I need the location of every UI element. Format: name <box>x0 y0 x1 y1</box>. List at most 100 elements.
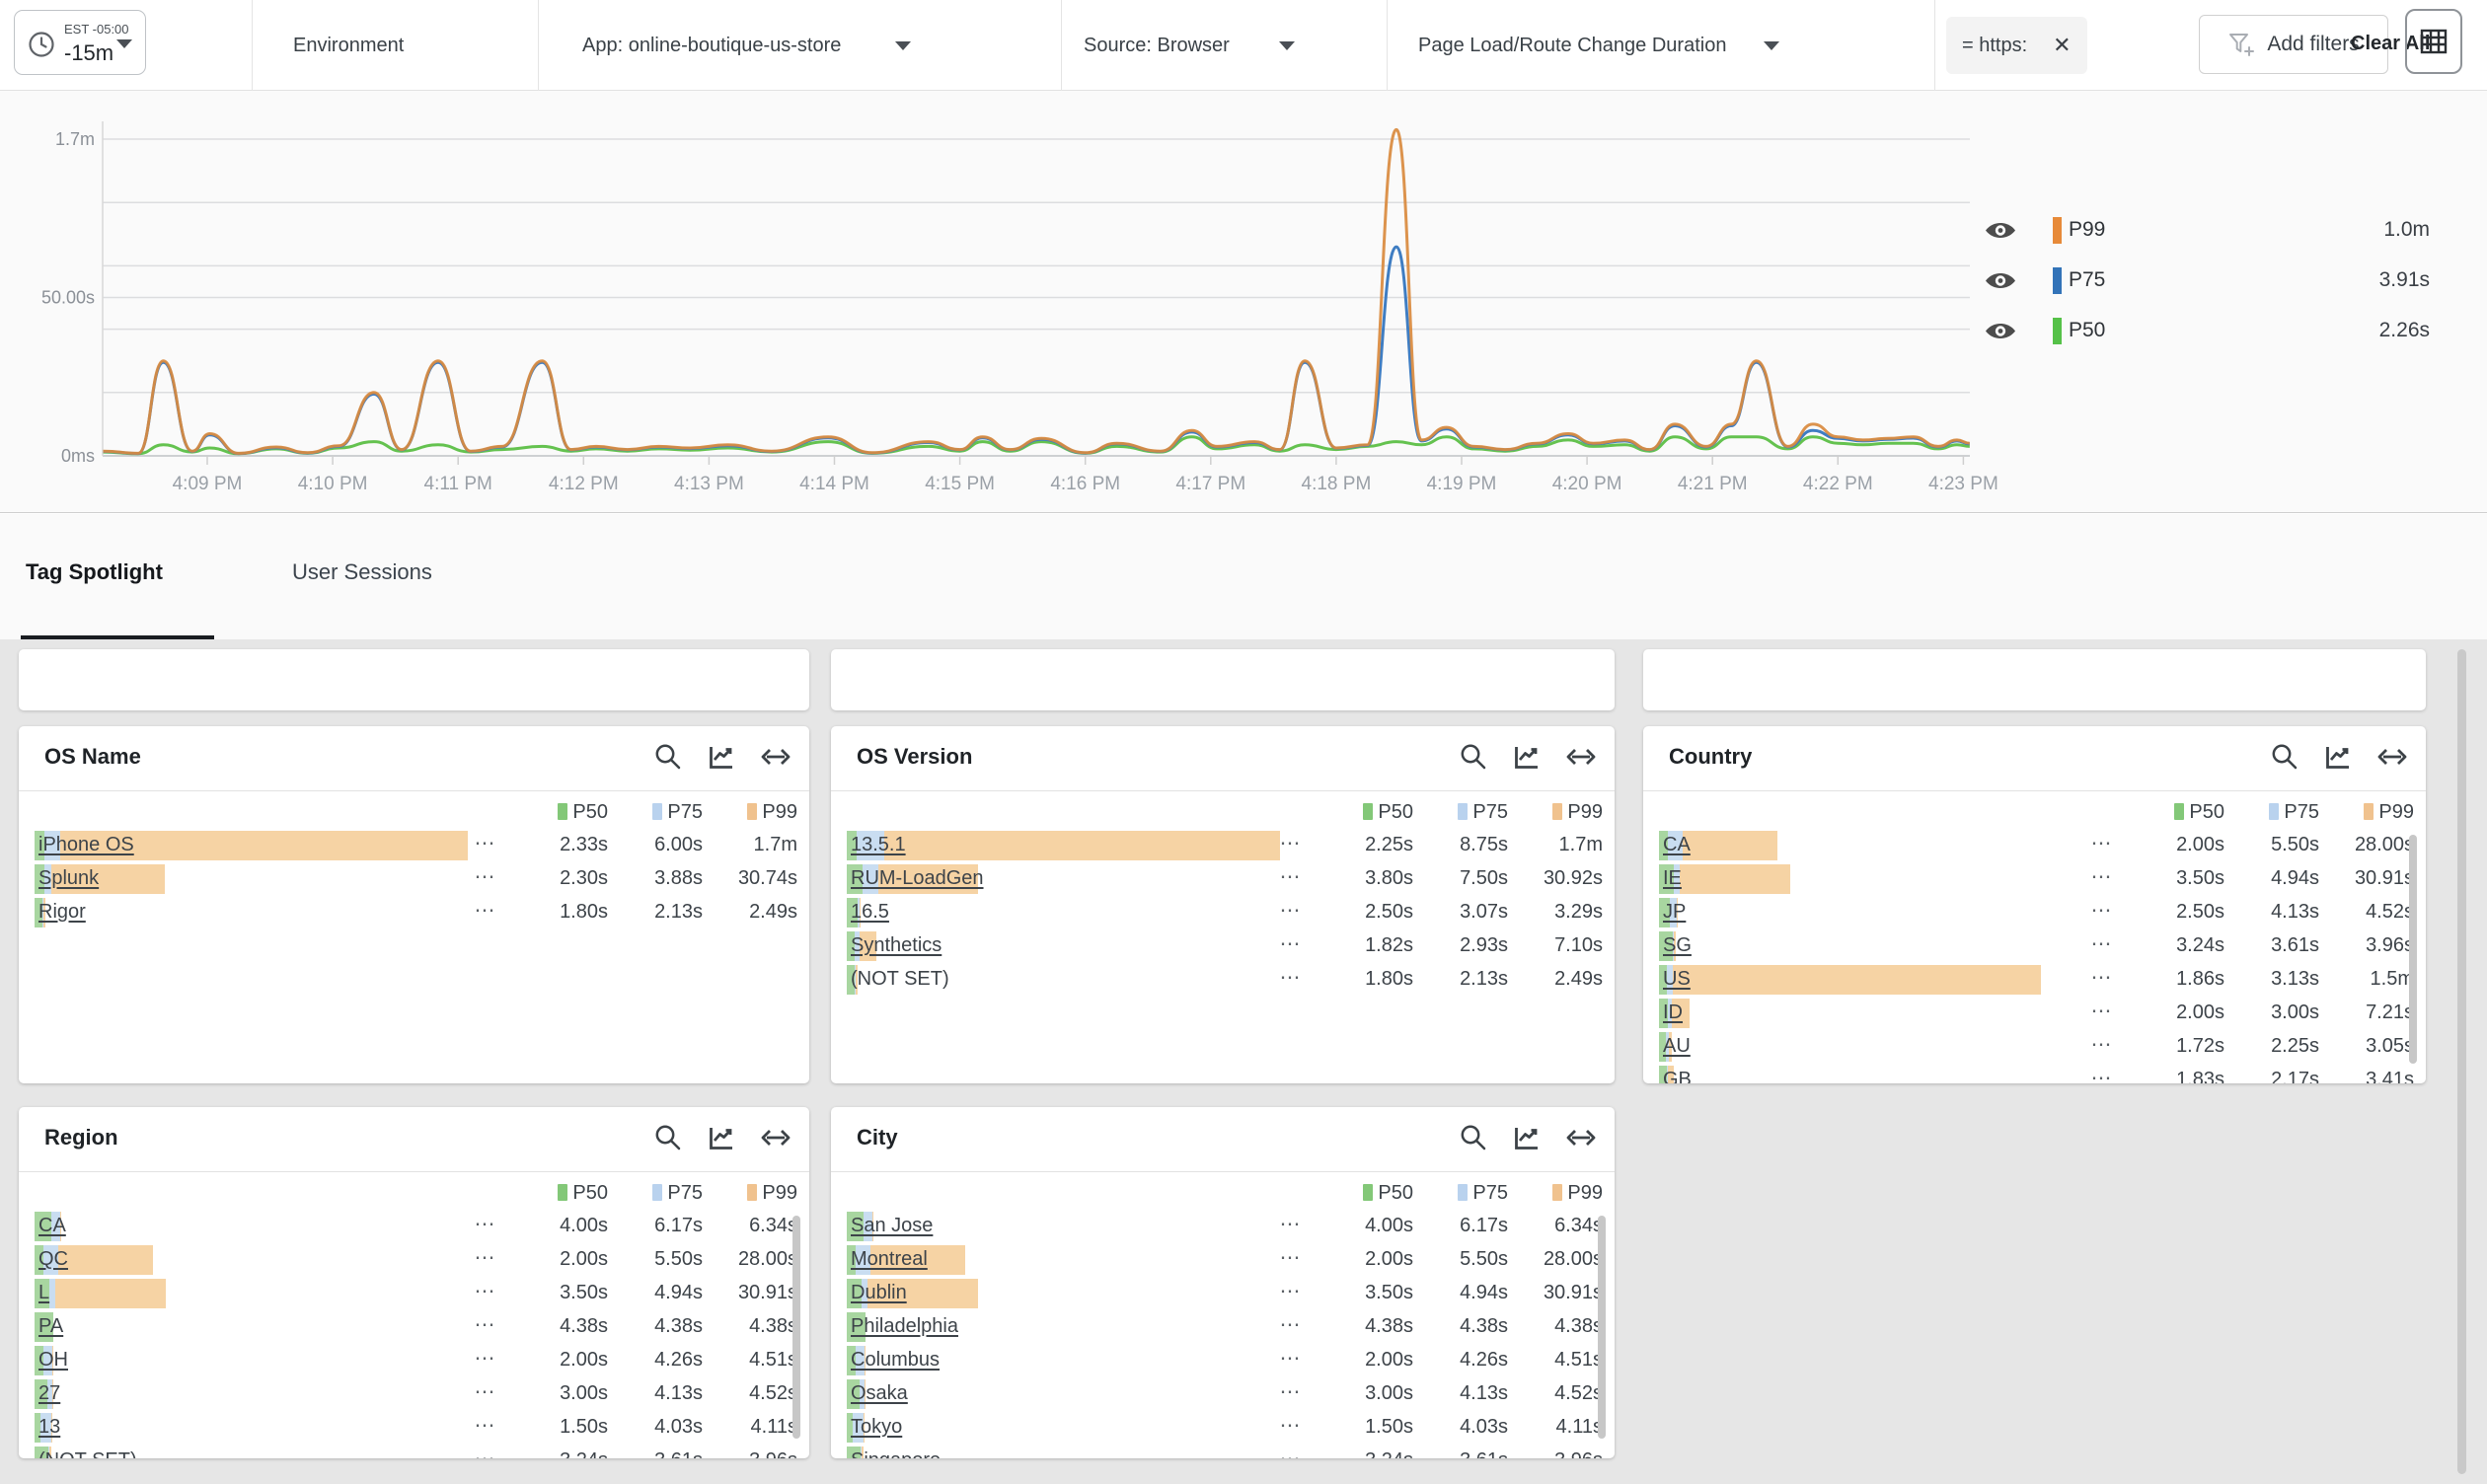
card-scrollbar[interactable] <box>2409 835 2417 1064</box>
row-actions-icon[interactable]: ⋯ <box>464 1447 507 1458</box>
tab-tag-spotlight[interactable]: Tag Spotlight <box>26 559 163 585</box>
tag-value-link[interactable]: San Jose <box>851 1215 933 1237</box>
row-actions-icon[interactable]: ⋯ <box>1269 864 1313 889</box>
tag-value-link[interactable]: Splunk <box>38 867 99 890</box>
tag-value-link[interactable]: SG <box>1663 934 1692 957</box>
expand-horizontal-icon[interactable] <box>760 1123 791 1152</box>
tag-value-link[interactable]: ID <box>1663 1002 1683 1024</box>
tag-value-link[interactable]: Columbus <box>851 1349 940 1372</box>
column-header-p75: P75 <box>608 1182 703 1205</box>
row-actions-icon[interactable]: ⋯ <box>464 1212 507 1236</box>
row-actions-icon[interactable]: ⋯ <box>1269 1312 1313 1337</box>
row-actions-icon[interactable]: ⋯ <box>464 1312 507 1337</box>
row-actions-icon[interactable]: ⋯ <box>464 1279 507 1303</box>
active-filter-chip[interactable]: = https: ✕ <box>1946 17 2087 74</box>
row-actions-icon[interactable]: ⋯ <box>1269 1379 1313 1404</box>
duration-timeseries-chart[interactable]: 0ms50.00s1.7m4:09 PM4:10 PM4:11 PM4:12 P… <box>0 91 2487 513</box>
row-actions-icon[interactable]: ⋯ <box>2080 965 2124 990</box>
tag-value-link[interactable]: CA <box>38 1215 66 1237</box>
tag-value-link[interactable]: Montreal <box>851 1248 928 1271</box>
legend-row-p75[interactable]: P753.91s <box>1974 263 2432 297</box>
row-actions-icon[interactable]: ⋯ <box>2080 1066 2124 1083</box>
row-actions-icon[interactable]: ⋯ <box>464 1245 507 1270</box>
row-actions-icon[interactable]: ⋯ <box>464 1346 507 1371</box>
tag-value-link[interactable]: Singapore <box>851 1449 941 1458</box>
row-actions-icon[interactable]: ⋯ <box>1269 1447 1313 1458</box>
tag-value-link[interactable]: PA <box>38 1315 63 1338</box>
row-actions-icon[interactable]: ⋯ <box>464 1379 507 1404</box>
tag-value-link[interactable]: JP <box>1663 901 1686 924</box>
table-view-button[interactable] <box>2405 9 2462 74</box>
row-actions-icon[interactable]: ⋯ <box>464 831 507 855</box>
card-scrollbar[interactable] <box>1598 1216 1606 1439</box>
row-actions-icon[interactable]: ⋯ <box>1269 931 1313 956</box>
tag-value-link[interactable]: Osaka <box>851 1382 908 1405</box>
chart-view-icon[interactable] <box>707 1123 736 1152</box>
search-icon[interactable] <box>1459 742 1488 772</box>
row-actions-icon[interactable]: ⋯ <box>1269 1346 1313 1371</box>
search-icon[interactable] <box>653 742 683 772</box>
remove-filter-icon[interactable]: ✕ <box>2053 33 2071 58</box>
tab-user-sessions[interactable]: User Sessions <box>292 559 432 585</box>
row-actions-icon[interactable]: ⋯ <box>464 1413 507 1438</box>
legend-row-p99[interactable]: P991.0m <box>1974 213 2432 247</box>
row-actions-icon[interactable]: ⋯ <box>1269 1212 1313 1236</box>
search-icon[interactable] <box>2270 742 2299 772</box>
tag-value-link[interactable]: Tokyo <box>851 1416 902 1439</box>
toggle-visibility-icon[interactable] <box>1984 219 2017 242</box>
chart-view-icon[interactable] <box>1512 1123 1542 1152</box>
time-range-picker[interactable]: EST -05:00 -15m <box>14 10 146 75</box>
tag-value-link[interactable]: 13 <box>38 1416 60 1439</box>
row-actions-icon[interactable]: ⋯ <box>2080 931 2124 956</box>
chart-view-icon[interactable] <box>1512 742 1542 772</box>
tag-value-link[interactable]: AU <box>1663 1035 1691 1058</box>
expand-horizontal-icon[interactable] <box>1565 742 1597 772</box>
toggle-visibility-icon[interactable] <box>1984 269 2017 292</box>
row-actions-icon[interactable]: ⋯ <box>1269 1413 1313 1438</box>
expand-horizontal-icon[interactable] <box>1565 1123 1597 1152</box>
expand-horizontal-icon[interactable] <box>2376 742 2408 772</box>
tag-value-link[interactable]: Philadelphia <box>851 1315 958 1338</box>
row-actions-icon[interactable]: ⋯ <box>464 864 507 889</box>
card-scrollbar[interactable] <box>792 1216 800 1439</box>
tag-value-link[interactable]: Synthetics <box>851 934 942 957</box>
row-actions-icon[interactable]: ⋯ <box>1269 965 1313 990</box>
tag-value-link[interactable]: IE <box>1663 867 1682 890</box>
tag-value-link[interactable]: GB <box>1663 1069 1692 1083</box>
tag-value-link[interactable]: L <box>38 1282 49 1304</box>
tag-value-link[interactable]: Dublin <box>851 1282 907 1304</box>
row-actions-icon[interactable]: ⋯ <box>2080 831 2124 855</box>
row-actions-icon[interactable]: ⋯ <box>2080 864 2124 889</box>
page-scrollbar[interactable] <box>2457 649 2466 1474</box>
metric-selector[interactable]: Page Load/Route Change Duration <box>1418 0 1779 91</box>
chart-view-icon[interactable] <box>2323 742 2353 772</box>
environment-filter[interactable]: Environment <box>293 0 404 91</box>
search-icon[interactable] <box>653 1123 683 1152</box>
row-actions-icon[interactable]: ⋯ <box>1269 1245 1313 1270</box>
toggle-visibility-icon[interactable] <box>1984 320 2017 342</box>
row-actions-icon[interactable]: ⋯ <box>464 898 507 923</box>
row-actions-icon[interactable]: ⋯ <box>2080 898 2124 923</box>
source-filter[interactable]: Source: Browser <box>1084 0 1295 91</box>
tag-value-link[interactable]: US <box>1663 968 1691 991</box>
tag-value-link[interactable]: QC <box>38 1248 68 1271</box>
chart-view-icon[interactable] <box>707 742 736 772</box>
tag-value-link[interactable]: OH <box>38 1349 68 1372</box>
tag-value-link[interactable]: 16.5 <box>851 901 889 924</box>
legend-row-p50[interactable]: P502.26s <box>1974 314 2432 347</box>
expand-horizontal-icon[interactable] <box>760 742 791 772</box>
tag-value-link[interactable]: CA <box>1663 834 1691 856</box>
row-actions-icon[interactable]: ⋯ <box>1269 831 1313 855</box>
tag-value-link[interactable]: Rigor <box>38 901 86 924</box>
tag-value-link[interactable]: 27 <box>38 1382 60 1405</box>
row-actions-icon[interactable]: ⋯ <box>2080 1032 2124 1057</box>
row-actions-icon[interactable]: ⋯ <box>1269 898 1313 923</box>
tag-value-link[interactable]: 13.5.1 <box>851 834 906 856</box>
row-actions-icon[interactable]: ⋯ <box>2080 999 2124 1023</box>
search-icon[interactable] <box>1459 1123 1488 1152</box>
app-filter[interactable]: App: online-boutique-us-store <box>582 0 911 91</box>
row-actions-icon[interactable]: ⋯ <box>1269 1279 1313 1303</box>
tag-value-link[interactable]: RUM-LoadGen <box>851 867 984 890</box>
tag-value-link[interactable]: iPhone OS <box>38 834 134 856</box>
card-actions <box>1459 742 1597 772</box>
